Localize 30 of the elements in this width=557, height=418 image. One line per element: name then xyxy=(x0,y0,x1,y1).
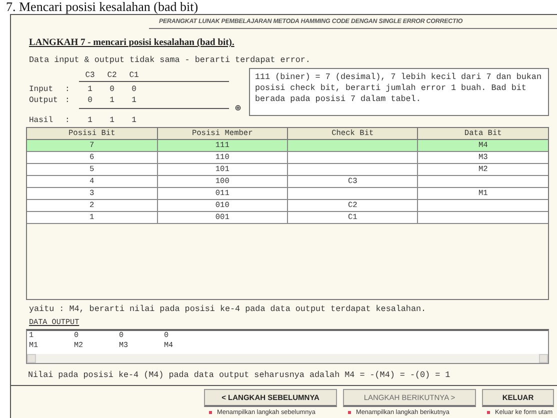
step-title: LANGKAH 7 - mencari posisi kesalahan (bad bit). xyxy=(28,38,236,48)
bit-value: 1 xyxy=(108,96,116,105)
bit-value: 1 xyxy=(130,116,138,125)
separator-text: : xyxy=(65,96,71,105)
bit-value: 1 xyxy=(86,116,94,125)
scroll-left-icon xyxy=(27,354,36,363)
caption-text: 7. Mencari posisi kesalahan (bad bit) xyxy=(5,0,200,14)
bit-value: 1 xyxy=(130,96,138,105)
result-text: Nilai pada posisi ke-4 (M4) pada data output seharusnya adalah M4 = -(M4) = -(0) = 1 xyxy=(27,370,452,380)
separator-text: : xyxy=(65,116,71,125)
xor-operator: ⊕ xyxy=(234,103,241,115)
bullet-icon xyxy=(348,411,351,414)
bit-value: 0 xyxy=(108,85,116,94)
bit-value: 0 xyxy=(86,96,94,105)
explanation-box: 111 (biner) = 7 (desimal), 7 lebih kecil dari 7 dan bukan posisi check bit, berarti jumlah error 1 buah. Bad bit berada pada posisi 7 dalam tabel. xyxy=(249,68,549,116)
separator-text: : xyxy=(65,85,71,94)
row-label: Input xyxy=(29,85,54,94)
bit-value: 1 xyxy=(108,116,116,125)
bullet-icon xyxy=(487,411,490,414)
row-label: Hasil xyxy=(29,116,54,125)
column-header: C3 xyxy=(84,71,96,80)
column-header: C1 xyxy=(128,71,140,80)
bullet-icon xyxy=(209,411,212,414)
intro-text: Data input & output tidak sama - berarti terdapat error. xyxy=(28,55,312,65)
bit-value: 0 xyxy=(130,85,138,94)
row-label: Output xyxy=(29,96,59,105)
column-header: C2 xyxy=(106,71,118,80)
bit-value: 1 xyxy=(86,85,94,94)
scroll-right-icon xyxy=(539,354,548,363)
conclusion-text: yaitu : M4, berarti nilai pada posisi ke-4 pada data output terdapat kesalahan. xyxy=(28,304,428,314)
